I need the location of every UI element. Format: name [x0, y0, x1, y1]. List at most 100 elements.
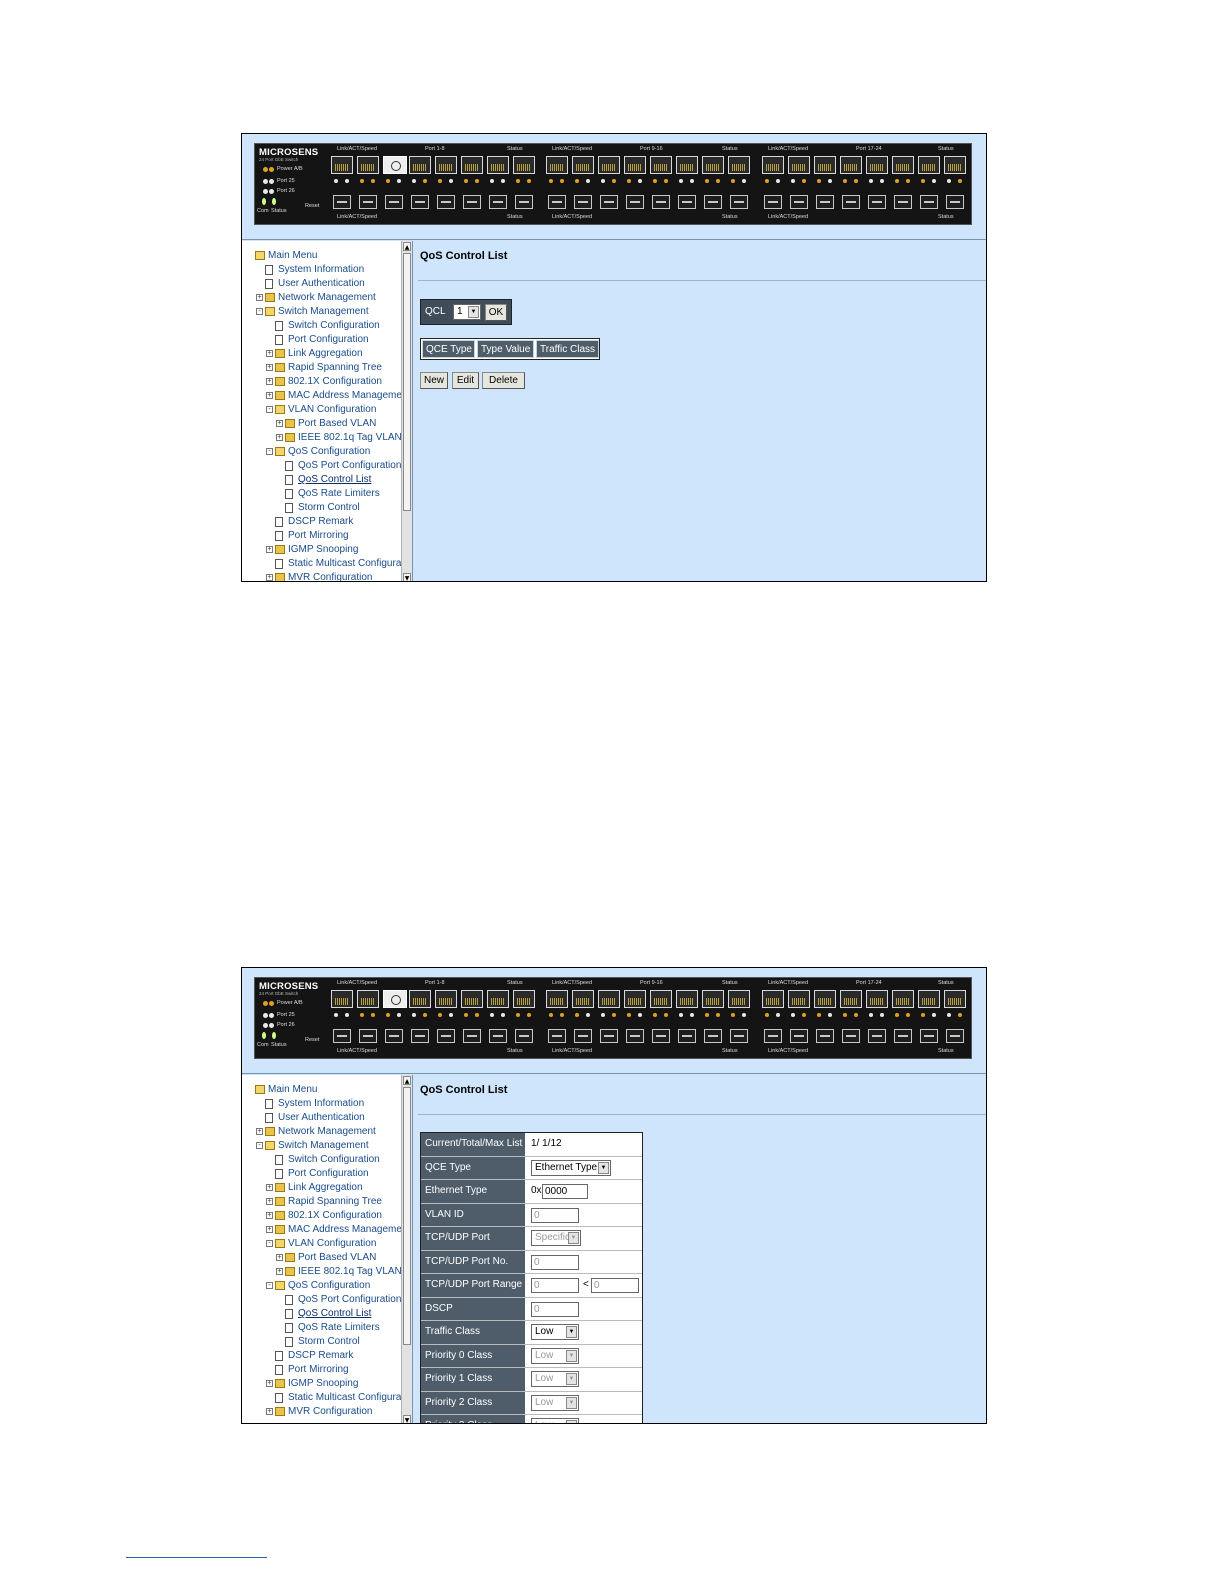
tree-item-label[interactable]: Switch Configuration: [288, 319, 380, 333]
collapse-icon[interactable]: -: [266, 406, 273, 413]
tree-item[interactable]: - Switch Management: [242, 1139, 402, 1153]
expand-icon[interactable]: +: [266, 1226, 273, 1233]
ok-button[interactable]: OK: [485, 304, 507, 321]
tree-item-label[interactable]: System Information: [278, 1097, 364, 1111]
tree-item[interactable]: QoS Control List: [242, 473, 402, 487]
tree-item[interactable]: + Network Management: [242, 1125, 402, 1139]
tree-item-label[interactable]: Port Configuration: [288, 333, 369, 347]
form-input[interactable]: 0: [531, 1254, 579, 1270]
tree-item-label[interactable]: IEEE 802.1q Tag VLAN: [298, 431, 402, 445]
tree-item-label[interactable]: MVR Configuration: [288, 1405, 372, 1419]
expand-icon[interactable]: +: [266, 350, 273, 357]
tree-item-label[interactable]: VLAN Configuration: [288, 1237, 376, 1251]
form-select[interactable]: Low ▼: [531, 1324, 579, 1340]
tree-scrollbar[interactable]: ▲ ▼: [401, 1075, 412, 1423]
tree-item-label[interactable]: Static Multicast Configuratic: [288, 557, 411, 571]
tree-item-label[interactable]: MAC Address Managemen: [288, 389, 408, 403]
tree-item[interactable]: + Port Based VLAN: [242, 1251, 402, 1265]
scroll-down-icon[interactable]: ▼: [403, 573, 411, 581]
tree-item-label[interactable]: Port Configuration: [288, 1167, 369, 1181]
tree-item[interactable]: + MAC Address Managemen: [242, 389, 408, 403]
tree-item-label[interactable]: Port Mirroring: [288, 1363, 349, 1377]
tree-item-label[interactable]: Switch Configuration: [288, 1153, 380, 1167]
expand-icon[interactable]: +: [266, 1380, 273, 1387]
tree-item-label[interactable]: IEEE 802.1q Tag VLAN: [298, 1265, 402, 1279]
tree-item[interactable]: - VLAN Configuration: [242, 1237, 402, 1251]
scroll-up-icon[interactable]: ▲: [403, 1076, 411, 1085]
tree-item[interactable]: +802.1X Configuration: [242, 1209, 402, 1223]
tree-item[interactable]: + MVR Configuration: [242, 571, 402, 581]
expand-icon[interactable]: +: [276, 1268, 283, 1275]
tree-item-label[interactable]: Link Aggregation: [288, 347, 363, 361]
tree-item[interactable]: + Rapid Spanning Tree: [242, 361, 402, 375]
tree-item-label[interactable]: QoS Control List: [298, 1307, 371, 1321]
tree-item-label[interactable]: Port Based VLAN: [298, 417, 376, 431]
tree-item[interactable]: + IEEE 802.1q Tag VLAN: [242, 431, 402, 445]
tree-item[interactable]: - QoS Configuration: [242, 445, 402, 459]
form-input[interactable]: 0: [531, 1301, 579, 1317]
tree-item-label[interactable]: QoS Port Configuration: [298, 459, 401, 473]
tree-item[interactable]: +802.1X Configuration: [242, 375, 402, 389]
ethernet-type-input[interactable]: 0000: [542, 1184, 588, 1199]
tree-item[interactable]: + Link Aggregation: [242, 347, 402, 361]
tree-item[interactable]: QoS Control List: [242, 1307, 402, 1321]
tree-item-label[interactable]: QoS Control List: [298, 473, 371, 487]
tree-item-label[interactable]: VLAN Configuration: [288, 403, 376, 417]
tree-item[interactable]: Port Configuration: [242, 1167, 402, 1181]
collapse-icon[interactable]: -: [256, 1142, 263, 1149]
tree-item[interactable]: - VLAN Configuration: [242, 403, 402, 417]
expand-icon[interactable]: +: [266, 546, 273, 553]
tree-item-label[interactable]: DSCP Remark: [288, 515, 353, 529]
tree-item-label[interactable]: Rapid Spanning Tree: [288, 1195, 382, 1209]
tree-item-label[interactable]: Link Aggregation: [288, 1181, 363, 1195]
expand-icon[interactable]: +: [266, 574, 273, 581]
tree-item[interactable]: Port Configuration: [242, 333, 402, 347]
tree-item-label[interactable]: Storm Control: [298, 501, 360, 515]
tree-item-label[interactable]: QoS Configuration: [288, 445, 370, 459]
tree-item[interactable]: + IEEE 802.1q Tag VLAN: [242, 1265, 402, 1279]
tree-item[interactable]: Port Mirroring: [242, 529, 402, 543]
tree-item-label[interactable]: MVR Configuration: [288, 571, 372, 581]
tree-item-label[interactable]: Storm Control: [298, 1335, 360, 1349]
expand-icon[interactable]: +: [256, 294, 263, 301]
expand-icon[interactable]: +: [256, 1128, 263, 1135]
tree-item-label[interactable]: QoS Configuration: [288, 1279, 370, 1293]
tree-item-label[interactable]: System Information: [278, 263, 364, 277]
tree-item[interactable]: DSCP Remark: [242, 1349, 402, 1363]
form-select[interactable]: Ethernet Type ▼: [531, 1159, 611, 1176]
form-input[interactable]: 0: [531, 1207, 579, 1223]
range-to-input[interactable]: 0: [591, 1278, 639, 1293]
tree-item[interactable]: + IGMP Snooping: [242, 543, 402, 557]
scroll-down-icon[interactable]: ▼: [403, 1415, 411, 1423]
expand-icon[interactable]: +: [266, 1184, 273, 1191]
tree-item[interactable]: + Rapid Spanning Tree: [242, 1195, 402, 1209]
tree-item-label[interactable]: User Authentication: [278, 277, 365, 291]
tree-item-label[interactable]: Port Mirroring: [288, 529, 349, 543]
tree-item[interactable]: + Link Aggregation: [242, 1181, 402, 1195]
tree-item-label[interactable]: IGMP Snooping: [288, 543, 358, 557]
expand-icon[interactable]: +: [266, 392, 273, 399]
tree-item[interactable]: Static Multicast Configuratic: [242, 1391, 411, 1405]
expand-icon[interactable]: +: [276, 434, 283, 441]
collapse-icon[interactable]: -: [266, 1240, 273, 1247]
tree-item-label[interactable]: QoS Rate Limiters: [298, 487, 380, 501]
tree-item-label[interactable]: IGMP Snooping: [288, 1377, 358, 1391]
expand-icon[interactable]: +: [266, 364, 273, 371]
tree-item-label[interactable]: 802.1X Configuration: [288, 375, 382, 389]
tree-item[interactable]: Main Menu: [242, 1083, 402, 1097]
collapse-icon[interactable]: -: [266, 1282, 273, 1289]
delete-button[interactable]: Delete: [482, 372, 525, 389]
expand-icon[interactable]: +: [276, 420, 283, 427]
tree-item-label[interactable]: DSCP Remark: [288, 1349, 353, 1363]
scroll-up-icon[interactable]: ▲: [403, 242, 411, 251]
tree-item-label[interactable]: QoS Port Configuration: [298, 1293, 401, 1307]
tree-item-label[interactable]: QoS Rate Limiters: [298, 1321, 380, 1335]
scroll-thumb[interactable]: [403, 1087, 411, 1345]
expand-icon[interactable]: +: [266, 1212, 273, 1219]
tree-item[interactable]: Switch Configuration: [242, 319, 402, 333]
qcl-select[interactable]: 1 ▼: [453, 304, 481, 320]
collapse-icon[interactable]: -: [256, 308, 263, 315]
tree-item[interactable]: + MAC Address Managemen: [242, 1223, 408, 1237]
tree-item[interactable]: QoS Rate Limiters: [242, 487, 402, 501]
tree-item[interactable]: Static Multicast Configuratic: [242, 557, 411, 571]
